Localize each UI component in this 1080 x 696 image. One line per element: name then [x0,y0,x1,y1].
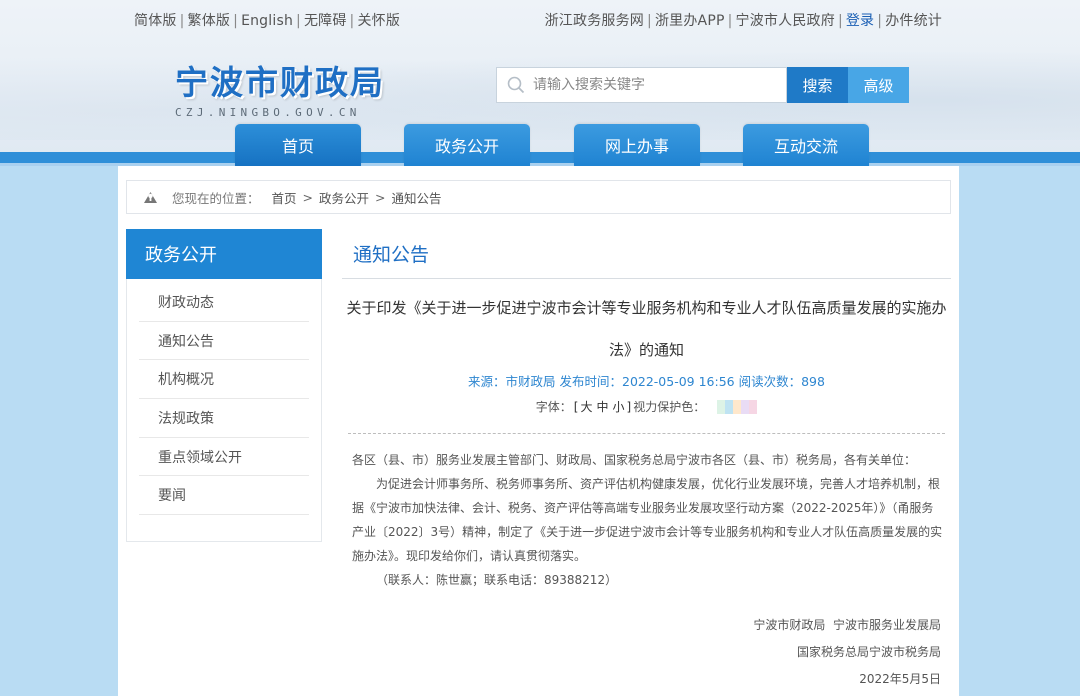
sidebar-item-regulations[interactable]: 法规政策 [139,399,309,438]
article-signature: 宁波市财政局 宁波市服务业发展局 国家税务总局宁波市税务局 2022年5月5日 [753,612,941,693]
article-title: 关于印发《关于进一步促进宁波市会计等专业服务机构和专业人才队伍高质量发展的实施办… [342,287,951,371]
font-size-label: 字体： [535,400,572,414]
search-icon [507,76,525,94]
article-title-line: 关于印发《关于进一步促进宁波市会计等专业服务机构和专业人才队伍高质量发展的实施办 [346,299,947,317]
sidebar-item-notices[interactable]: 通知公告 [139,322,309,361]
breadcrumb-home[interactable]: 首页 [272,188,297,207]
article-body: 各区（县、市）服务业发展主管部门、财政局、国家税务总局宁波市各区（县、市）税务局… [342,448,951,592]
search-button[interactable]: 搜索 [787,67,848,103]
advanced-search-button[interactable]: 高级 [848,67,909,103]
article-paragraph: 为促进会计师事务所、税务师事务所、资产评估机构健康发展，优化行业发展环境，完善人… [352,477,943,563]
article-title-line: 法》的通知 [608,341,684,359]
language-links: 简体版 | 繁体版 | English | 无障碍 | 关怀版 [134,13,401,29]
link-zhejiang-service[interactable]: 浙江政务服务网 [545,13,644,29]
font-size-selector: [大中小] [573,400,632,414]
logo-title: 宁波市财政局 [175,63,385,102]
content-panel: 您现在的位置： 首页 > 政务公开 > 通知公告 政务公开 财政动态 通知公告 … [118,166,959,696]
link-case-stats[interactable]: 办件统计 [885,13,942,29]
link-zheliban-app[interactable]: 浙里办APP [655,13,725,29]
sidebar-item-key-areas[interactable]: 重点领域公开 [139,438,309,477]
color-swatch[interactable] [709,399,718,414]
signature-date: 2022年5月5日 [859,672,941,686]
nav-tab-online-services[interactable]: 网上办事 [574,124,700,166]
sidebar: 政务公开 财政动态 通知公告 机构概况 法规政策 重点领域公开 要闻 [126,229,322,542]
sidebar-item-finance-news[interactable]: 财政动态 [139,283,309,322]
nav-band [0,152,1080,166]
color-swatch[interactable] [733,399,742,414]
breadcrumb-separator: > [375,189,386,205]
breadcrumb-separator: > [302,189,314,205]
breadcrumb-public-affairs[interactable]: 政务公开 [319,188,369,207]
article-tools: 字体： [大中小] 视力保护色： [342,398,951,415]
nav-tab-interaction[interactable]: 互动交流 [743,124,869,166]
link-accessibility[interactable]: 无障碍 [304,13,347,29]
signature-issuers: 宁波市财政局 宁波市服务业发展局 [753,618,941,632]
article-divider [348,433,945,434]
font-size-small[interactable]: 小 [613,400,625,414]
sidebar-heading: 政务公开 [126,229,322,279]
breadcrumb-lead: 您现在的位置： [172,190,260,206]
sidebar-item-organization[interactable]: 机构概况 [139,360,309,400]
breadcrumb-notices[interactable]: 通知公告 [392,188,442,207]
color-swatch[interactable] [741,399,750,414]
nav-tab-public-affairs[interactable]: 政务公开 [404,124,530,166]
link-elderly-mode[interactable]: 关怀版 [357,13,400,29]
link-english[interactable]: English [241,13,293,29]
location-icon [144,191,157,203]
login-link[interactable]: 登录 [846,13,874,29]
signature-tax-bureau: 国家税务总局宁波市税务局 [796,645,941,659]
section-title: 通知公告 [342,229,951,279]
search-bar: 搜索 高级 [496,67,909,103]
link-simplified[interactable]: 简体版 [134,13,177,29]
link-ningbo-gov[interactable]: 宁波市人民政府 [736,13,835,29]
color-swatch[interactable] [725,399,734,414]
utility-links: 浙江政务服务网 | 浙里办APP | 宁波市人民政府 | 登录 | 办件统计 [544,13,942,29]
link-traditional[interactable]: 繁体版 [188,13,231,29]
site-logo[interactable]: 宁波市财政局 CZJ.NINGBO.GOV.CN [175,56,385,119]
article-contact: （联系人：陈世赢；联系电话：89388212） [376,573,618,587]
search-field [496,67,787,103]
sidebar-item-headlines[interactable]: 要闻 [139,476,309,516]
breadcrumb: 您现在的位置： 首页 > 政务公开 > 通知公告 [126,180,951,214]
font-size-medium[interactable]: 中 [596,400,608,414]
eye-protection-swatches [709,399,758,414]
eye-protection-label: 视力保护色： [633,400,706,414]
search-input[interactable] [533,77,773,93]
nav-tab-home[interactable]: 首页 [235,124,361,166]
article: 通知公告 关于印发《关于进一步促进宁波市会计等专业服务机构和专业人才队伍高质量发… [342,229,951,592]
article-salutation: 各区（县、市）服务业发展主管部门、财政局、国家税务总局宁波市各区（县、市）税务局… [352,453,917,467]
color-swatch[interactable] [749,399,758,414]
sidebar-menu: 财政动态 通知公告 机构概况 法规政策 重点领域公开 要闻 [127,283,321,516]
logo-domain: CZJ.NINGBO.GOV.CN [175,106,361,119]
font-size-large[interactable]: 大 [580,400,592,414]
article-meta: 来源：市财政局 发布时间：2022-05-09 16:56 阅读次数：898 [468,374,825,389]
color-swatch[interactable] [717,399,726,414]
